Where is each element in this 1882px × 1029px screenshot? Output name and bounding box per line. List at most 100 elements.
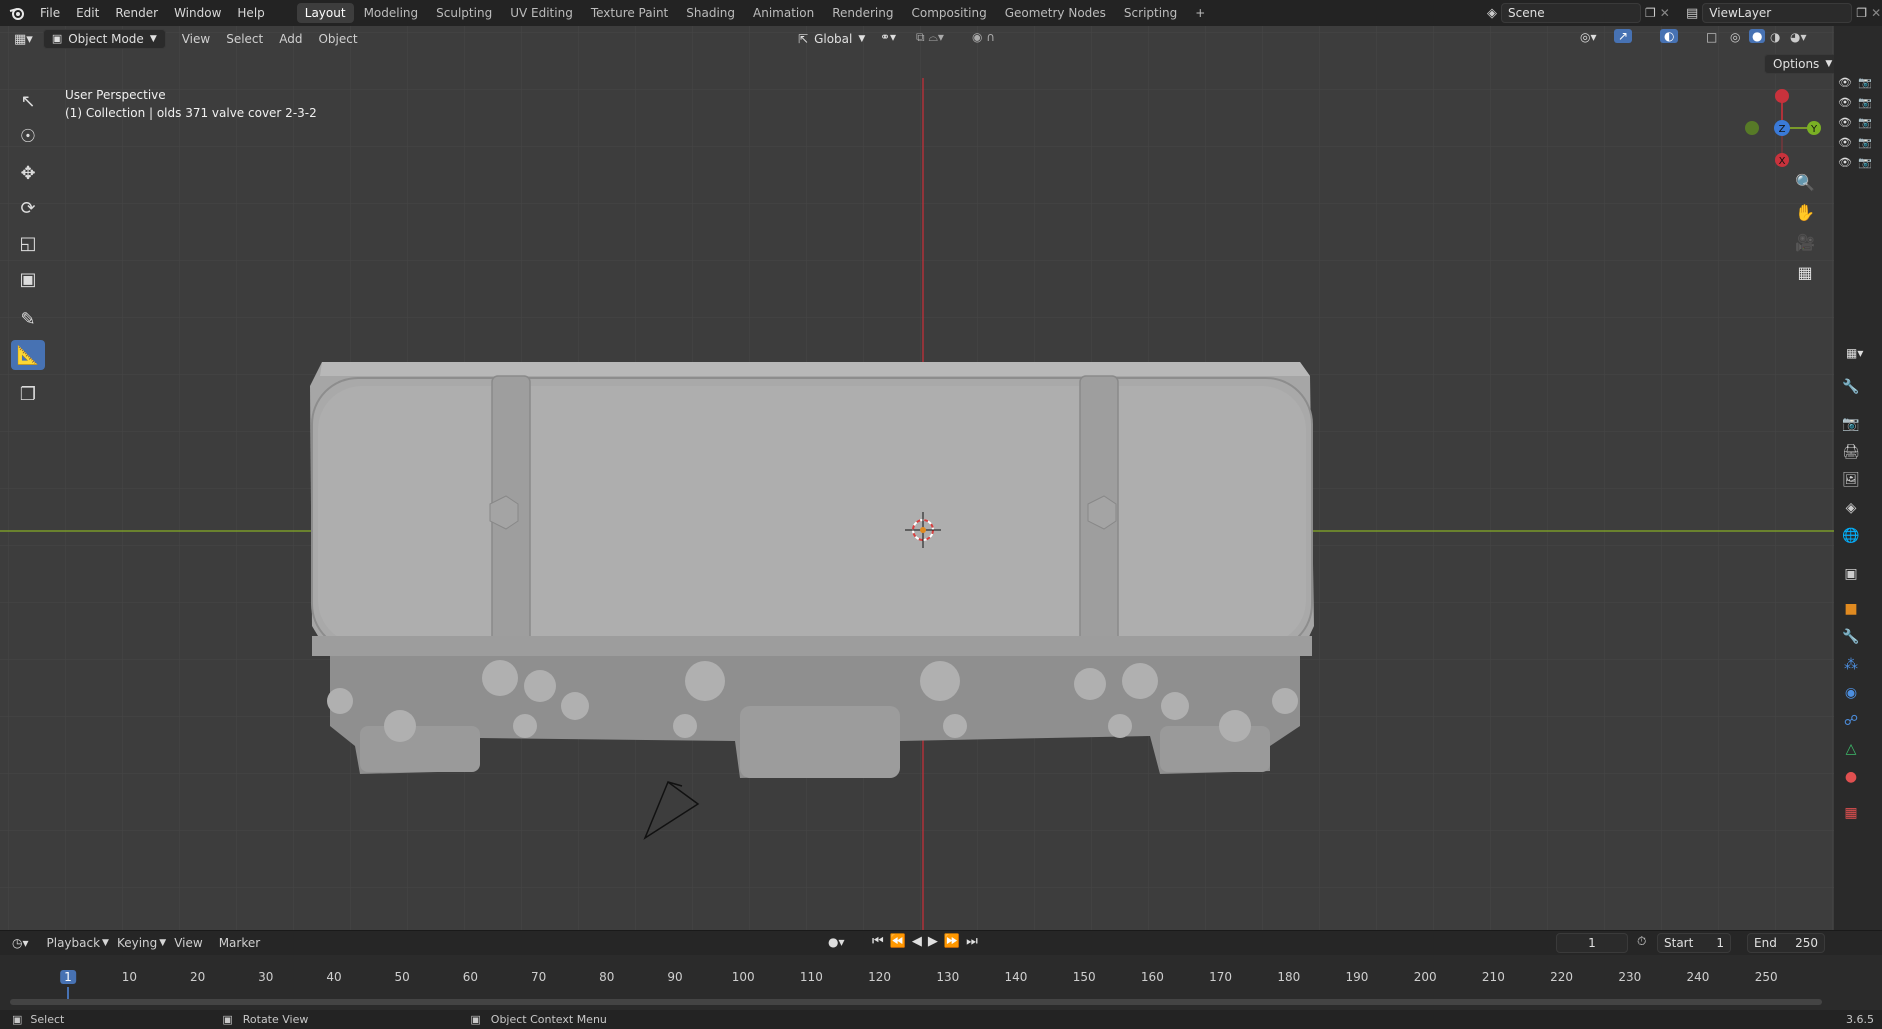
timeline-tick-label: 20 <box>189 970 206 984</box>
shading-rendered-icon[interactable]: ◕▾ <box>1790 30 1807 44</box>
gizmo-toggle-icon[interactable]: ↗ <box>1614 29 1633 43</box>
3d-viewport[interactable]: ▦▾ ▣ Object Mode ▼ View Select Add Objec… <box>0 26 1834 930</box>
tab-compositing[interactable]: Compositing <box>903 3 994 23</box>
particle-properties-icon[interactable]: ⁂ <box>1840 654 1862 676</box>
visibility-icon[interactable]: ◎▾ <box>1580 30 1597 44</box>
camera-icon[interactable]: 📷 <box>1858 156 1872 169</box>
material-properties-icon[interactable]: ● <box>1840 766 1862 788</box>
hand-icon: ✋ <box>1795 202 1815 222</box>
scene-icon[interactable]: ◈ <box>1487 6 1497 21</box>
modifier-properties-icon[interactable]: 🔧 <box>1840 626 1862 648</box>
options-dropdown[interactable]: Options ▼ <box>1764 54 1834 74</box>
data-properties-icon[interactable]: △ <box>1840 738 1862 760</box>
scale-tool[interactable]: ◱ <box>11 228 45 258</box>
camera-icon[interactable]: 📷 <box>1858 96 1872 109</box>
tab-shading[interactable]: Shading <box>678 3 743 23</box>
render-properties-icon[interactable]: 📷 <box>1840 413 1862 435</box>
new-scene-icon[interactable]: ❐ <box>1645 6 1656 20</box>
delete-view-layer-icon[interactable]: ✕ <box>1871 6 1881 20</box>
camera-icon[interactable]: 📷 <box>1858 76 1872 89</box>
properties-editor-icon[interactable]: ▦▾ <box>1846 346 1863 360</box>
cursor-icon: ☉ <box>19 125 37 147</box>
world-properties-icon[interactable]: 🌐 <box>1840 525 1862 547</box>
menu-edit[interactable]: Edit <box>68 0 107 26</box>
mode-dropdown[interactable]: ▣ Object Mode ▼ <box>42 29 166 49</box>
blender-logo-icon[interactable] <box>8 4 26 22</box>
rotate-tool[interactable]: ⟳ <box>11 193 45 223</box>
add-workspace-button[interactable]: + <box>1187 3 1213 23</box>
menu-file[interactable]: File <box>32 0 68 26</box>
menu-view[interactable]: View <box>174 29 218 49</box>
delete-scene-icon[interactable]: ✕ <box>1660 6 1670 20</box>
status-bar: ▣ Select ▣ Rotate View ▣ Object Context … <box>0 1010 1882 1029</box>
tab-rendering[interactable]: Rendering <box>824 3 901 23</box>
collection-properties-icon[interactable]: ▣ <box>1840 563 1862 585</box>
output-properties-icon[interactable]: 🖨 <box>1840 441 1862 463</box>
menu-object[interactable]: Object <box>310 29 365 49</box>
shading-wireframe-icon[interactable]: ◎ <box>1730 30 1740 44</box>
menu-render[interactable]: Render <box>107 0 166 26</box>
overlays-icon[interactable]: ◐ <box>1660 29 1679 43</box>
tab-sculpting[interactable]: Sculpting <box>428 3 500 23</box>
texture-properties-icon[interactable]: ▦ <box>1840 802 1862 824</box>
tab-scripting[interactable]: Scripting <box>1116 3 1185 23</box>
select-box-tool[interactable]: ↖ <box>11 86 45 116</box>
cursor-tool[interactable]: ☉ <box>11 121 45 151</box>
editor-type-icon[interactable]: ▦▾ <box>14 32 33 47</box>
chevron-down-icon: ▼ <box>1825 59 1833 69</box>
object-properties-icon[interactable]: ■ <box>1840 598 1862 620</box>
timeline-tick-label: 60 <box>462 970 479 984</box>
eye-icon[interactable]: 👁 <box>1838 116 1852 129</box>
new-view-layer-icon[interactable]: ❐ <box>1856 6 1867 20</box>
measure-tool[interactable]: 📐 <box>11 340 45 370</box>
xray-icon[interactable]: □ <box>1706 30 1717 44</box>
move-tool[interactable]: ✥ <box>11 158 45 188</box>
view-layer-field[interactable]: ViewLayer <box>1702 3 1853 23</box>
menu-select[interactable]: Select <box>218 29 271 49</box>
tool-properties-icon[interactable]: 🔧 <box>1840 376 1862 398</box>
navigation-gizmo[interactable]: Y Z X <box>1740 86 1824 170</box>
shading-material-icon[interactable]: ◑ <box>1770 30 1780 44</box>
tab-uv-editing[interactable]: UV Editing <box>502 3 581 23</box>
options-label: Options <box>1773 57 1820 71</box>
version-label: 3.6.5 <box>1846 1013 1874 1026</box>
status-rotate: Rotate View <box>242 1013 309 1026</box>
ortho-toggle-button[interactable]: ▦ <box>1793 260 1817 284</box>
orientation-dropdown[interactable]: ⇱ Global ▼ <box>790 29 873 49</box>
camera-icon[interactable]: 📷 <box>1858 136 1872 149</box>
tab-geometry-nodes[interactable]: Geometry Nodes <box>997 3 1114 23</box>
zoom-view-button[interactable]: 🔍 <box>1793 170 1817 194</box>
timeline-editor[interactable]: ◷▾ Playback ▼ Keying ▼ View Marker ●▾ ⏮ … <box>0 930 1882 1010</box>
eye-icon[interactable]: 👁 <box>1838 96 1852 109</box>
menu-add[interactable]: Add <box>271 29 310 49</box>
view-layer-icon[interactable]: ▤ <box>1686 6 1698 21</box>
constraint-properties-icon[interactable]: ☍ <box>1840 710 1862 732</box>
camera-view-button[interactable]: 🎥 <box>1793 230 1817 254</box>
tab-texture-paint[interactable]: Texture Paint <box>583 3 676 23</box>
annotate-tool[interactable]: ✎ <box>11 304 45 334</box>
add-cube-tool[interactable]: ❐ <box>11 379 45 409</box>
snap-icon[interactable]: ⧉ ⌓▾ <box>916 30 944 45</box>
menu-help[interactable]: Help <box>229 0 272 26</box>
timeline-scrollbar[interactable] <box>10 999 1822 1005</box>
current-frame-marker[interactable]: 1 <box>60 970 76 984</box>
camera-icon[interactable]: 📷 <box>1858 116 1872 129</box>
view-layer-properties-icon[interactable]: 🖼 <box>1840 469 1862 491</box>
proportional-editing-icon[interactable]: ◉ ∩ <box>972 30 995 44</box>
scene-field[interactable]: Scene <box>1501 3 1641 23</box>
eye-icon[interactable]: 👁 <box>1838 136 1852 149</box>
tab-animation[interactable]: Animation <box>745 3 822 23</box>
menu-window[interactable]: Window <box>166 0 229 26</box>
shading-solid-icon[interactable]: ● <box>1749 29 1766 43</box>
physics-properties-icon[interactable]: ◉ <box>1840 682 1862 704</box>
tab-layout[interactable]: Layout <box>296 3 354 23</box>
tab-modeling[interactable]: Modeling <box>356 3 427 23</box>
eye-icon[interactable]: 👁 <box>1838 76 1852 89</box>
pan-view-button[interactable]: ✋ <box>1793 200 1817 224</box>
eye-icon[interactable]: 👁 <box>1838 156 1852 169</box>
transform-tool[interactable]: ▣ <box>11 264 45 294</box>
pivot-point-icon[interactable]: ⚭▾ <box>880 30 896 44</box>
mouse-left-icon: ▣ <box>12 1013 23 1026</box>
scene-properties-icon[interactable]: ◈ <box>1840 497 1862 519</box>
status-select: Select <box>30 1013 65 1026</box>
